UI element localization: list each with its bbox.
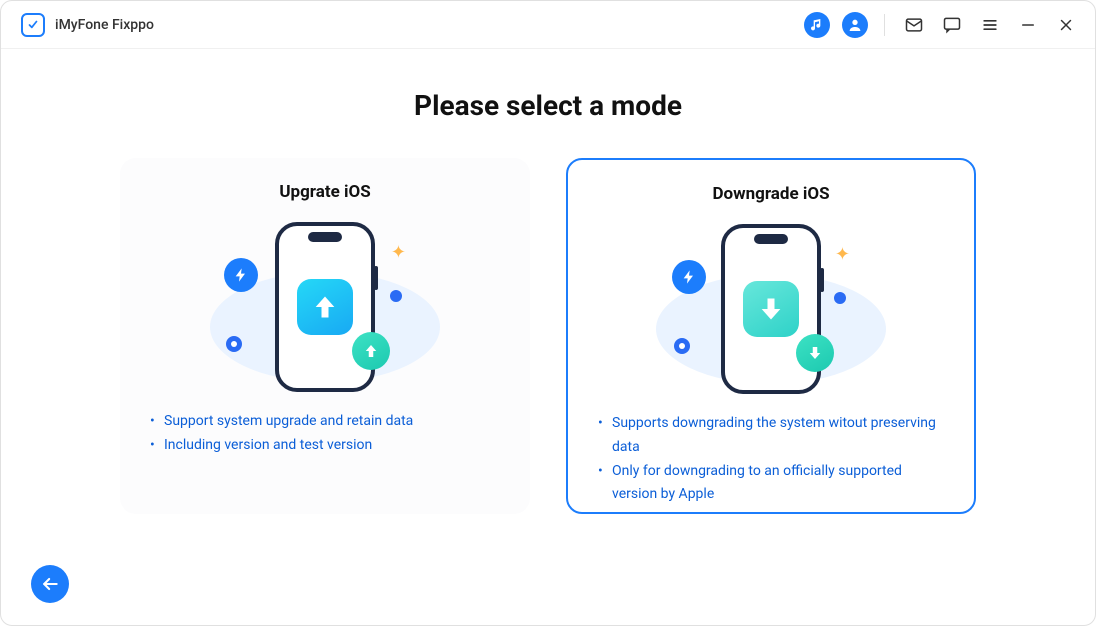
app-logo-icon [21, 13, 45, 37]
page-heading: Please select a mode [1, 89, 1095, 122]
bullet-item: Only for downgrading to an officially su… [598, 460, 946, 508]
account-icon[interactable] [842, 12, 868, 38]
bullets-downgrade: Supports downgrading the system witout p… [596, 412, 946, 507]
sparkle-icon: ✦ [391, 242, 406, 263]
back-button[interactable] [31, 565, 69, 603]
bullet-item: Support system upgrade and retain data [150, 410, 502, 434]
mode-card-upgrade[interactable]: Upgrate iOS ✦ [120, 158, 530, 514]
bullet-item: Supports downgrading the system witout p… [598, 412, 946, 460]
illustration-upgrade: ✦ [148, 212, 502, 402]
titlebar-actions [804, 12, 1079, 38]
bullets-upgrade: Support system upgrade and retain data I… [148, 410, 502, 458]
close-button[interactable] [1053, 12, 1079, 38]
minimize-button[interactable] [1015, 12, 1041, 38]
arrow-up-badge-icon [352, 332, 390, 370]
app-title: iMyFone Fixppo [55, 17, 154, 33]
card-title-downgrade: Downgrade iOS [596, 184, 946, 204]
downgrade-icon [743, 281, 799, 337]
card-title-upgrade: Upgrate iOS [148, 182, 502, 202]
feedback-icon[interactable] [939, 12, 965, 38]
menu-icon[interactable] [977, 12, 1003, 38]
arrow-down-badge-icon [796, 334, 834, 372]
illustration-downgrade: ✦ [596, 214, 946, 404]
app-window: iMyFone Fixppo [0, 0, 1096, 626]
mode-card-downgrade[interactable]: Downgrade iOS ✦ [566, 158, 976, 514]
sparkle-icon: ✦ [835, 244, 850, 265]
titlebar-divider [884, 14, 885, 36]
music-promo-icon[interactable] [804, 12, 830, 38]
mode-cards: Upgrate iOS ✦ [1, 158, 1095, 514]
titlebar: iMyFone Fixppo [1, 1, 1095, 49]
lightning-icon [672, 260, 706, 294]
mail-icon[interactable] [901, 12, 927, 38]
bullet-item: Including version and test version [150, 434, 502, 458]
main-content: Please select a mode Upgrate iOS ✦ [1, 49, 1095, 514]
lightning-icon [224, 258, 258, 292]
upgrade-icon [297, 279, 353, 335]
